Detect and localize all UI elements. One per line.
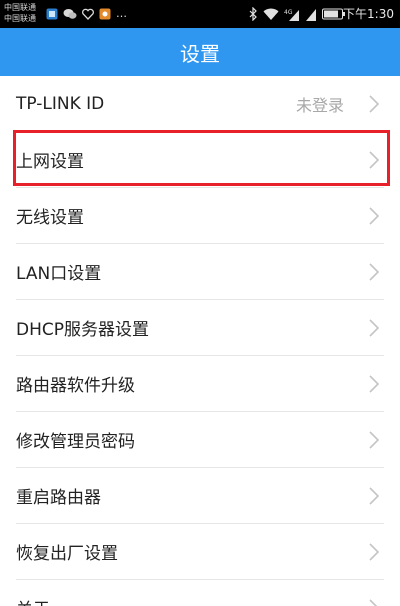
chevron-right-icon xyxy=(369,319,380,337)
menu-item-label: 上网设置 xyxy=(16,152,84,172)
login-status: 未登录 xyxy=(295,95,344,115)
menu-item-lan-settings[interactable]: LAN口设置 xyxy=(16,244,384,300)
wifi-icon xyxy=(263,8,279,20)
menu-item-factory-reset[interactable]: 恢复出厂设置 xyxy=(16,524,384,580)
menu-item-label: 关于 xyxy=(16,595,50,606)
settings-list: TP-LINK ID 未登录 上网设置 无线设置 LAN口设置 DHCP服务器设… xyxy=(0,76,400,606)
chevron-right-icon xyxy=(369,599,378,606)
chevron-right-icon xyxy=(369,487,380,505)
status-bar: 中国联通 中国联通 … 4G 下午1:30 xyxy=(0,0,400,28)
menu-item-label: 恢复出厂设置 xyxy=(16,544,118,564)
menu-item-label: 无线设置 xyxy=(16,208,84,228)
chevron-right-icon xyxy=(369,263,380,281)
more-notifications: … xyxy=(116,7,128,20)
menu-item-label: 路由器软件升级 xyxy=(16,376,135,396)
chevron-right-icon xyxy=(369,207,380,225)
chevron-right-icon xyxy=(369,375,380,393)
menu-item-reboot-router[interactable]: 重启路由器 xyxy=(16,468,384,524)
menu-item-wireless-settings[interactable]: 无线设置 xyxy=(16,188,384,244)
chevron-right-icon xyxy=(369,151,380,169)
menu-item-label: 重启路由器 xyxy=(16,488,101,508)
system-icons: 4G xyxy=(249,7,346,21)
chevron-right-icon xyxy=(369,543,380,561)
notification-icons: … xyxy=(46,7,128,21)
carrier-2: 中国联通 xyxy=(4,14,36,23)
chat-icon xyxy=(63,9,77,19)
menu-item-tplink-id[interactable]: TP-LINK ID 未登录 xyxy=(16,76,384,132)
chevron-right-icon xyxy=(369,95,380,113)
app-icon xyxy=(99,8,111,20)
menu-item-internet-settings[interactable]: 上网设置 xyxy=(16,132,384,188)
title-bar: 设置 xyxy=(0,28,400,76)
menu-item-label: LAN口设置 xyxy=(16,264,102,284)
carrier-labels: 中国联通 中国联通 xyxy=(4,2,44,24)
menu-item-about[interactable]: 关于 xyxy=(16,580,384,606)
signal-4g-icon: 4G xyxy=(284,9,299,21)
svg-text:4G: 4G xyxy=(284,9,293,16)
carrier-1: 中国联通 xyxy=(4,3,36,12)
signal-icon xyxy=(306,8,316,21)
clock: 下午1:30 xyxy=(343,7,394,21)
menu-item-firmware-upgrade[interactable]: 路由器软件升级 xyxy=(16,356,384,412)
menu-item-label: DHCP服务器设置 xyxy=(16,320,149,340)
notification-icon xyxy=(46,8,58,20)
menu-item-label: 修改管理员密码 xyxy=(16,432,135,452)
page-title: 设置 xyxy=(180,41,220,66)
menu-item-change-admin-password[interactable]: 修改管理员密码 xyxy=(16,412,384,468)
heart-icon xyxy=(82,8,94,20)
menu-item-label: TP-LINK ID xyxy=(16,93,105,114)
menu-item-dhcp-settings[interactable]: DHCP服务器设置 xyxy=(16,300,384,356)
bluetooth-icon xyxy=(249,7,257,21)
chevron-right-icon xyxy=(369,431,380,449)
